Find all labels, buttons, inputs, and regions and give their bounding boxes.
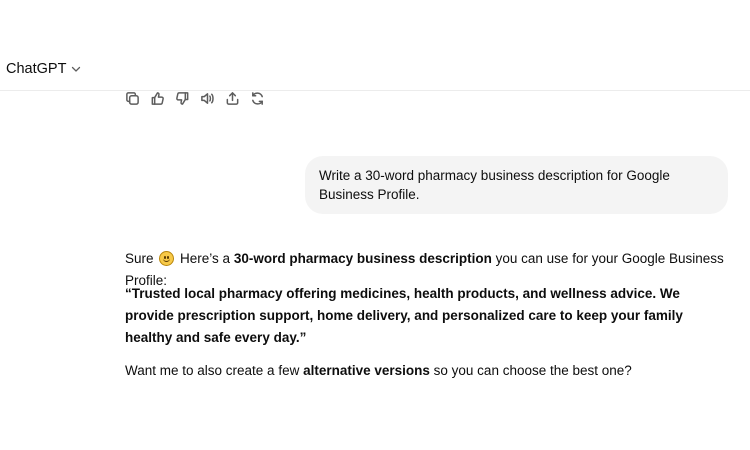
message-actions	[124, 90, 265, 106]
share-button[interactable]	[224, 90, 240, 106]
followup-bold-text: alternative versions	[303, 363, 430, 378]
copy-icon	[125, 91, 139, 105]
intro-bold-text: 30-word pharmacy business description	[233, 251, 492, 266]
quote-text: “Trusted local pharmacy offering medicin…	[125, 286, 683, 345]
regenerate-icon	[251, 91, 263, 105]
thumbs-up-icon	[151, 91, 164, 105]
thumbs-down-icon	[175, 91, 188, 105]
intro-text: Sure	[125, 251, 158, 266]
intro-text-2: Here’s a	[176, 251, 234, 266]
good-response-button[interactable]	[149, 90, 165, 106]
read-aloud-icon	[200, 92, 214, 104]
assistant-followup: Want me to also create a few alternative…	[125, 360, 725, 382]
chevron-down-icon	[72, 66, 81, 72]
user-message-text: Write a 30-word pharmacy business descri…	[319, 168, 670, 202]
model-name: ChatGPT	[6, 61, 67, 77]
copy-button[interactable]	[124, 90, 140, 106]
read-aloud-button[interactable]	[199, 90, 215, 106]
regenerate-button[interactable]	[249, 90, 265, 106]
user-message-bubble: Write a 30-word pharmacy business descri…	[305, 156, 728, 214]
share-icon	[226, 91, 238, 105]
chat-page: ChatGPT Write a 30-word pharmacy busines…	[0, 0, 750, 450]
business-description-quote: “Trusted local pharmacy offering medicin…	[125, 283, 725, 349]
followup-text: Want me to also create a few	[125, 363, 304, 378]
assistant-message: Sure Here’s a 30-word pharmacy business …	[125, 248, 725, 382]
model-selector[interactable]: ChatGPT	[6, 61, 81, 77]
followup-end-text: so you can choose the best one?	[429, 363, 632, 378]
smiley-face-icon	[159, 251, 175, 266]
bad-response-button[interactable]	[174, 90, 190, 106]
top-header: ChatGPT	[0, 0, 750, 91]
assistant-intro: Sure Here’s a 30-word pharmacy business …	[125, 248, 725, 288]
